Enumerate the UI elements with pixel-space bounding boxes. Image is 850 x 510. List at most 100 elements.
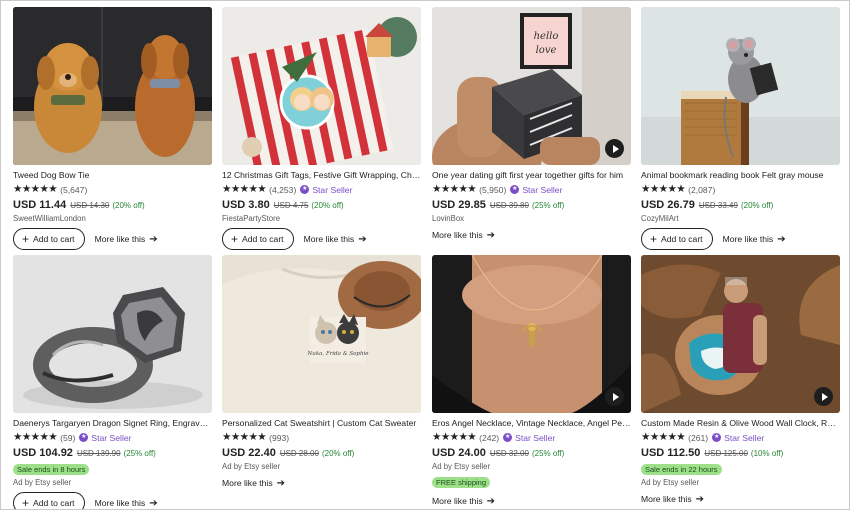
ad-label: Ad by Etsy seller <box>222 462 281 471</box>
product-image-mouse-bookmark[interactable] <box>641 7 840 165</box>
discount-label: (25% off) <box>531 449 565 458</box>
discount-label: (20% off) <box>112 201 145 210</box>
original-price: USD 4.75 <box>273 201 309 210</box>
rating-stars-icon: ★★★★★ <box>13 183 58 195</box>
product-card[interactable]: 12 Christmas Gift Tags, Festive Gift Wra… <box>222 7 421 250</box>
plus-icon: + <box>22 496 30 510</box>
play-video-icon[interactable] <box>605 387 624 406</box>
original-price: USD 125.00 <box>704 449 748 458</box>
more-like-this-link[interactable]: More like this ➔ <box>432 496 495 507</box>
more-like-this-label: More like this <box>94 234 146 244</box>
star-seller-icon: ★ <box>300 185 310 194</box>
discount-label: (20% off) <box>311 201 344 210</box>
more-like-this-label: More like this <box>432 230 483 240</box>
rating-stars-icon: ★★★★★ <box>641 431 686 443</box>
product-image-dogs[interactable] <box>13 7 212 165</box>
review-count: (5,647) <box>60 184 88 195</box>
plus-icon: + <box>231 232 239 246</box>
product-image-dragon-ring[interactable] <box>13 255 212 413</box>
product-image-gift-tags[interactable] <box>222 7 421 165</box>
rating: ★★★★★ (59) ★ Star Seller <box>13 432 212 443</box>
product-card[interactable]: Eros Angel Necklace, Vintage Necklace, A… <box>432 255 631 509</box>
review-count: (5,950) <box>479 184 507 195</box>
review-count: (4,253) <box>269 184 297 195</box>
more-like-this-label: More like this <box>94 498 146 508</box>
sale-price: USD 104.92 <box>13 447 73 459</box>
product-image-cat-sweatshirt[interactable]: Nuka, Frida & Sophie <box>222 255 421 413</box>
star-seller-badge: ★ Star Seller <box>712 433 764 443</box>
price-row: USD 104.92 USD 139.90 (25% off) <box>13 447 212 459</box>
price-row: USD 112.50 USD 125.00 (10% off) <box>641 447 840 459</box>
play-video-icon[interactable] <box>605 139 624 158</box>
star-seller-label: Star Seller <box>91 432 132 443</box>
original-price: USD 32.00 <box>489 449 529 458</box>
arrow-right-icon: ➔ <box>149 233 158 245</box>
ad-label: Ad by Etsy seller <box>641 478 700 487</box>
product-title[interactable]: Personalized Cat Sweatshirt | Custom Cat… <box>222 418 421 429</box>
product-title[interactable]: Daenerys Targaryen Dragon Signet Ring, E… <box>13 418 212 429</box>
sale-price: USD 3.80 <box>222 199 270 211</box>
add-to-cart-button[interactable]: + Add to cart <box>13 228 85 250</box>
card-actions: More like this ➔ <box>641 491 840 507</box>
price-row: USD 22.40 USD 28.00 (20% off) <box>222 447 421 459</box>
star-seller-label: Star Seller <box>312 184 353 195</box>
ad-label: Ad by Etsy seller <box>13 478 72 487</box>
star-seller-badge: ★ Star Seller <box>503 433 555 443</box>
star-seller-label: Star Seller <box>724 432 765 443</box>
product-title[interactable]: Tweed Dog Bow Tie <box>13 170 212 181</box>
rating: ★★★★★ (993) <box>222 432 421 443</box>
more-like-this-label: More like this <box>222 478 273 488</box>
svg-text:love: love <box>536 45 557 56</box>
add-to-cart-label: Add to cart <box>33 498 75 508</box>
add-to-cart-label: Add to cart <box>242 234 284 244</box>
arrow-right-icon: ➔ <box>358 233 367 245</box>
product-card[interactable]: Animal bookmark reading book Felt gray m… <box>641 7 840 250</box>
add-to-cart-label: Add to cart <box>661 234 703 244</box>
product-title[interactable]: 12 Christmas Gift Tags, Festive Gift Wra… <box>222 170 421 181</box>
product-card[interactable]: Tweed Dog Bow Tie ★★★★★ (5,647) USD 11.4… <box>13 7 212 250</box>
more-like-this-label: More like this <box>303 234 355 244</box>
product-card[interactable]: Daenerys Targaryen Dragon Signet Ring, E… <box>13 255 212 510</box>
product-title[interactable]: Custom Made Resin & Olive Wood Wall Cloc… <box>641 418 840 429</box>
arrow-right-icon: ➔ <box>777 233 786 245</box>
card-actions: + Add to cart More like this ➔ <box>641 228 840 250</box>
add-to-cart-button[interactable]: + Add to cart <box>641 228 713 250</box>
product-card[interactable]: Nuka, Frida & Sophie Personalized Cat Sw… <box>222 255 421 491</box>
discount-label: (25% off) <box>531 201 565 210</box>
rating-stars-icon: ★★★★★ <box>222 183 267 195</box>
product-title[interactable]: Eros Angel Necklace, Vintage Necklace, A… <box>432 418 631 429</box>
more-like-this-link[interactable]: More like this ➔ <box>222 478 285 489</box>
product-card[interactable]: hello love One year dating gift first ye… <box>432 7 631 243</box>
more-like-this-link[interactable]: More like this ➔ <box>95 234 158 245</box>
product-image-resin-clock[interactable] <box>641 255 840 413</box>
review-count: (261) <box>688 432 709 443</box>
arrow-right-icon: ➔ <box>276 477 286 489</box>
product-image-gift-box[interactable]: hello love <box>432 7 631 165</box>
sale-ends-badge: Sale ends in 8 hours <box>13 464 90 475</box>
more-like-this-link[interactable]: More like this ➔ <box>723 234 786 245</box>
add-to-cart-button[interactable]: + Add to cart <box>222 228 294 250</box>
more-like-this-link[interactable]: More like this ➔ <box>304 234 367 245</box>
rating-stars-icon: ★★★★★ <box>432 183 477 195</box>
price-row: USD 11.44 USD 14.30 (20% off) <box>13 199 212 211</box>
svg-text:hello: hello <box>534 31 559 42</box>
plus-icon: + <box>22 232 30 246</box>
product-image-angel-necklace[interactable] <box>432 255 631 413</box>
discount-label: (20% off) <box>740 201 774 210</box>
play-video-icon[interactable] <box>814 387 833 406</box>
product-title[interactable]: One year dating gift first year together… <box>432 170 631 181</box>
product-title[interactable]: Animal bookmark reading book Felt gray m… <box>641 170 840 181</box>
product-card[interactable]: Custom Made Resin & Olive Wood Wall Cloc… <box>641 255 840 507</box>
original-price: USD 33.49 <box>698 201 738 210</box>
more-like-this-link[interactable]: More like this ➔ <box>95 498 158 509</box>
more-like-this-link[interactable]: More like this ➔ <box>432 230 495 241</box>
arrow-right-icon: ➔ <box>149 497 158 509</box>
add-to-cart-button[interactable]: + Add to cart <box>13 492 85 510</box>
shop-name: CozyMilArt <box>641 214 679 223</box>
more-like-this-link[interactable]: More like this ➔ <box>641 494 704 505</box>
rating-stars-icon: ★★★★★ <box>641 183 686 195</box>
sale-price: USD 24.00 <box>432 447 486 459</box>
sale-price: USD 11.44 <box>13 199 67 211</box>
sale-price: USD 112.50 <box>641 447 701 459</box>
star-seller-badge: ★ Star Seller <box>79 432 132 443</box>
